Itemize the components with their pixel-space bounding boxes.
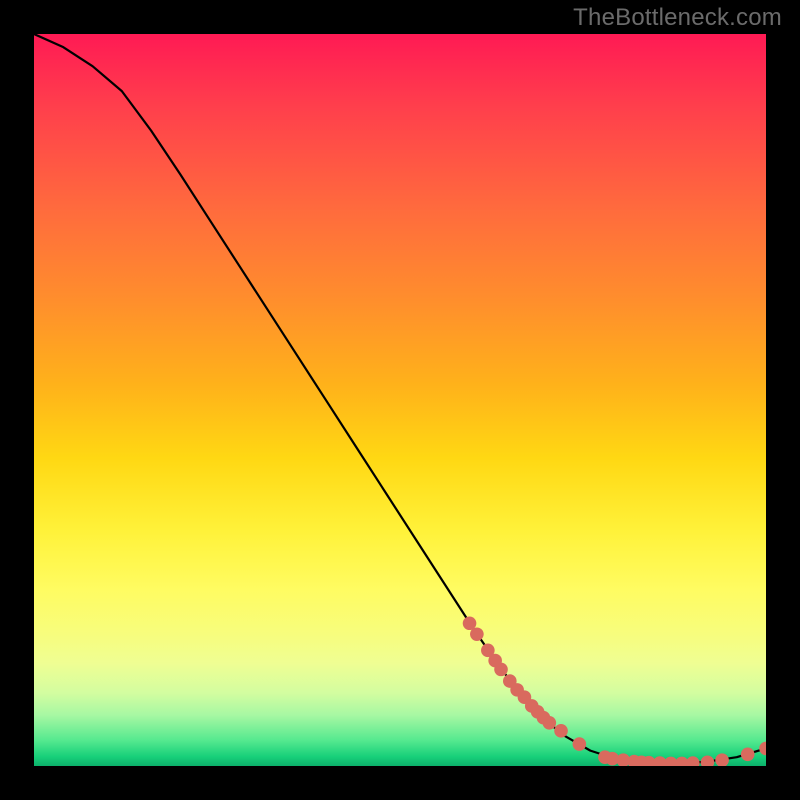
data-marker	[715, 753, 729, 766]
chart-frame: TheBottleneck.com	[0, 0, 800, 800]
data-marker	[470, 627, 484, 641]
plot-area	[34, 34, 766, 766]
bottleneck-curve	[34, 34, 766, 764]
data-marker	[686, 756, 700, 766]
data-marker	[741, 747, 755, 761]
chart-overlay	[34, 34, 766, 766]
data-marker	[701, 756, 715, 766]
data-marker	[494, 663, 508, 677]
data-marker	[759, 742, 766, 756]
data-marker	[554, 724, 568, 738]
data-marker	[573, 737, 587, 751]
data-markers	[463, 616, 766, 766]
watermark-text: TheBottleneck.com	[573, 4, 782, 32]
data-marker	[543, 716, 557, 730]
